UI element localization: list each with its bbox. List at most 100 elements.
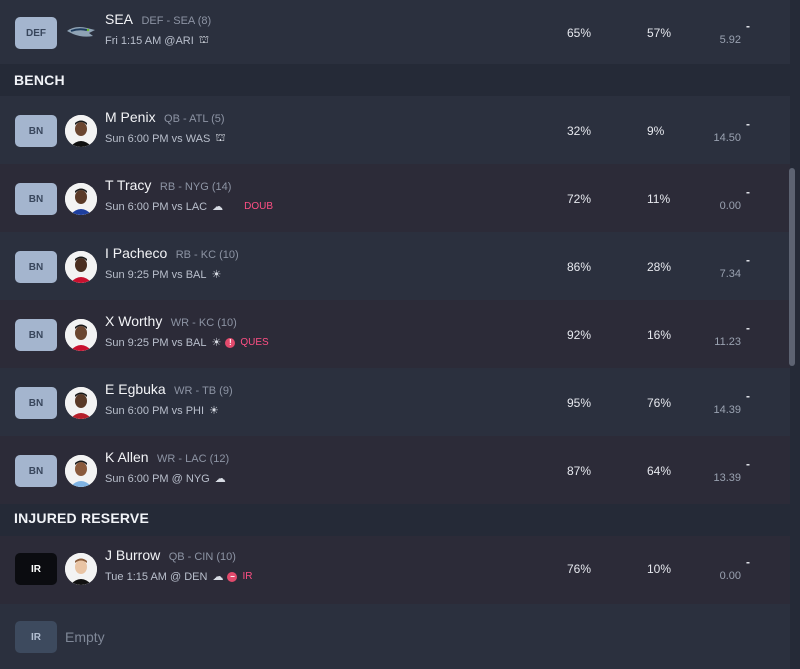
player-position-team: DEF - SEA (8) <box>141 15 212 27</box>
cloud-icon: ☁ <box>212 571 224 583</box>
player-name[interactable]: T Tracy <box>105 177 151 193</box>
projection-actual: - <box>746 457 750 471</box>
game-time: Tue 1:15 AM @ DEN <box>105 570 208 583</box>
slot-badge[interactable]: IR <box>15 621 57 653</box>
cloud-icon: ☁ <box>214 473 226 485</box>
player-name-line: J Burrow QB - CIN (10) <box>105 547 236 565</box>
game-time: Sun 9:25 PM vs BAL <box>105 268 207 281</box>
projection-actual: - <box>746 185 750 199</box>
game-info: Sun 9:25 PM vs BAL ☀ <box>105 268 222 282</box>
projection-actual: - <box>746 389 750 403</box>
empty-slot-label: Empty <box>65 629 105 645</box>
game-time: Sun 6:00 PM @ NYG <box>105 472 210 485</box>
projection-value: 14.50 <box>713 132 741 144</box>
start-percent: 87% <box>567 464 592 478</box>
game-time: Sun 9:25 PM vs BAL <box>105 336 207 349</box>
projection-value: 13.39 <box>713 472 741 484</box>
owned-percent: 64% <box>647 464 672 478</box>
seahawks-logo-icon <box>67 27 95 37</box>
player-avatar <box>65 455 97 487</box>
projection-value: 11.23 <box>714 336 741 348</box>
owned-percent: 11% <box>647 192 671 206</box>
player-position-team: WR - LAC (12) <box>157 453 230 465</box>
player-row[interactable]: BN I Pacheco RB - KC (10) Sun 9:25 PM vs… <box>0 232 790 300</box>
start-percent: 72% <box>567 192 592 206</box>
player-name[interactable]: M Penix <box>105 109 156 125</box>
slot-badge[interactable]: BN <box>15 251 57 283</box>
projection-value: 0.00 <box>719 570 741 582</box>
player-position-team: WR - TB (9) <box>174 385 233 397</box>
slot-badge[interactable]: IR <box>15 553 57 585</box>
projection-actual: - <box>746 117 750 131</box>
owned-percent: 9% <box>647 124 665 138</box>
game-time: Sun 6:00 PM vs LAC <box>105 200 208 213</box>
player-name-line: T Tracy RB - NYG (14) <box>105 177 231 195</box>
sun-icon: ☀ <box>211 269 222 281</box>
start-percent: 92% <box>567 328 592 342</box>
stadium-dome-icon: ⛫ <box>215 132 226 144</box>
projection-actual: - <box>746 253 750 267</box>
player-avatar <box>65 183 97 215</box>
game-info: Tue 1:15 AM @ DEN ☁ − IR <box>105 570 253 584</box>
game-info: Sun 6:00 PM vs PHI ☀ <box>105 404 219 418</box>
game-info: Sun 6:00 PM vs LAC ☁ DOUB <box>105 200 273 214</box>
player-name-line: M Penix QB - ATL (5) <box>105 109 225 127</box>
game-time: Fri 1:15 AM @ARI <box>105 35 194 47</box>
start-percent: 95% <box>567 396 592 410</box>
player-position-team: RB - KC (10) <box>175 249 239 261</box>
injury-status: IR <box>242 571 253 582</box>
start-percent: 32% <box>567 124 592 138</box>
owned-percent: 57% <box>647 26 672 40</box>
projection-value: 7.34 <box>719 268 741 280</box>
player-avatar <box>65 387 97 419</box>
slot-badge[interactable]: BN <box>15 115 57 147</box>
owned-percent: 10% <box>647 562 672 576</box>
player-row[interactable]: BN K Allen WR - LAC (12) Sun 6:00 PM @ N… <box>0 436 790 504</box>
projection-actual: - <box>746 555 750 569</box>
owned-percent: 28% <box>647 260 672 274</box>
player-name-line: SEA DEF - SEA (8) <box>105 11 211 29</box>
slot-badge[interactable]: BN <box>15 319 57 351</box>
player-name[interactable]: I Pacheco <box>105 245 167 261</box>
empty-ir-row[interactable]: IR Empty <box>0 604 790 669</box>
sun-icon: ☀ <box>211 337 222 349</box>
game-time: Sun 6:00 PM vs WAS <box>105 133 211 145</box>
player-name[interactable]: K Allen <box>105 449 149 465</box>
stadium-dome-icon: ⛫ <box>198 34 209 46</box>
slot-badge[interactable]: DEF <box>15 17 57 49</box>
player-avatar <box>65 115 97 147</box>
game-info: Sun 6:00 PM vs WAS ⛫ <box>105 132 225 146</box>
player-row[interactable]: BN X Worthy WR - KC (10) Sun 9:25 PM vs … <box>0 300 790 368</box>
section-bench: BENCH <box>14 72 65 88</box>
section-injured-reserve: INJURED RESERVE <box>14 510 150 526</box>
player-avatar <box>65 251 97 283</box>
player-row-def[interactable]: DEF SEA DEF - SEA (8) Fri 1:15 AM @ARI ⛫… <box>0 0 790 64</box>
player-row[interactable]: BN M Penix QB - ATL (5) Sun 6:00 PM vs W… <box>0 96 790 164</box>
game-info: Fri 1:15 AM @ARI ⛫ <box>105 34 209 48</box>
player-avatar <box>65 553 97 585</box>
player-name-line: E Egbuka WR - TB (9) <box>105 381 233 399</box>
slot-badge[interactable]: BN <box>15 183 57 215</box>
player-row-ir[interactable]: IR J Burrow QB - CIN (10) Tue 1:15 AM @ … <box>0 536 790 604</box>
player-name-line: I Pacheco RB - KC (10) <box>105 245 239 263</box>
player-row[interactable]: BN T Tracy RB - NYG (14) Sun 6:00 PM vs … <box>0 164 790 232</box>
sun-icon: ☀ <box>209 405 219 417</box>
game-info: Sun 6:00 PM @ NYG ☁ <box>105 472 226 486</box>
owned-percent: 76% <box>647 396 672 410</box>
player-position-team: QB - CIN (10) <box>168 551 236 563</box>
player-position-team: WR - KC (10) <box>170 317 237 329</box>
scrollbar-thumb[interactable] <box>789 168 795 366</box>
game-time: Sun 6:00 PM vs PHI <box>105 404 205 417</box>
slot-badge[interactable]: BN <box>15 455 57 487</box>
projection-value: 14.39 <box>713 404 741 416</box>
player-row[interactable]: BN E Egbuka WR - TB (9) Sun 6:00 PM vs P… <box>0 368 790 436</box>
player-name[interactable]: E Egbuka <box>105 381 166 397</box>
player-name[interactable]: J Burrow <box>105 547 160 563</box>
owned-percent: 16% <box>647 328 672 342</box>
slot-badge[interactable]: BN <box>15 387 57 419</box>
alert-icon: ! <box>225 337 236 348</box>
player-name-line: X Worthy WR - KC (10) <box>105 313 237 331</box>
start-percent: 65% <box>567 26 592 40</box>
player-name[interactable]: SEA <box>105 11 133 27</box>
player-name[interactable]: X Worthy <box>105 313 162 329</box>
